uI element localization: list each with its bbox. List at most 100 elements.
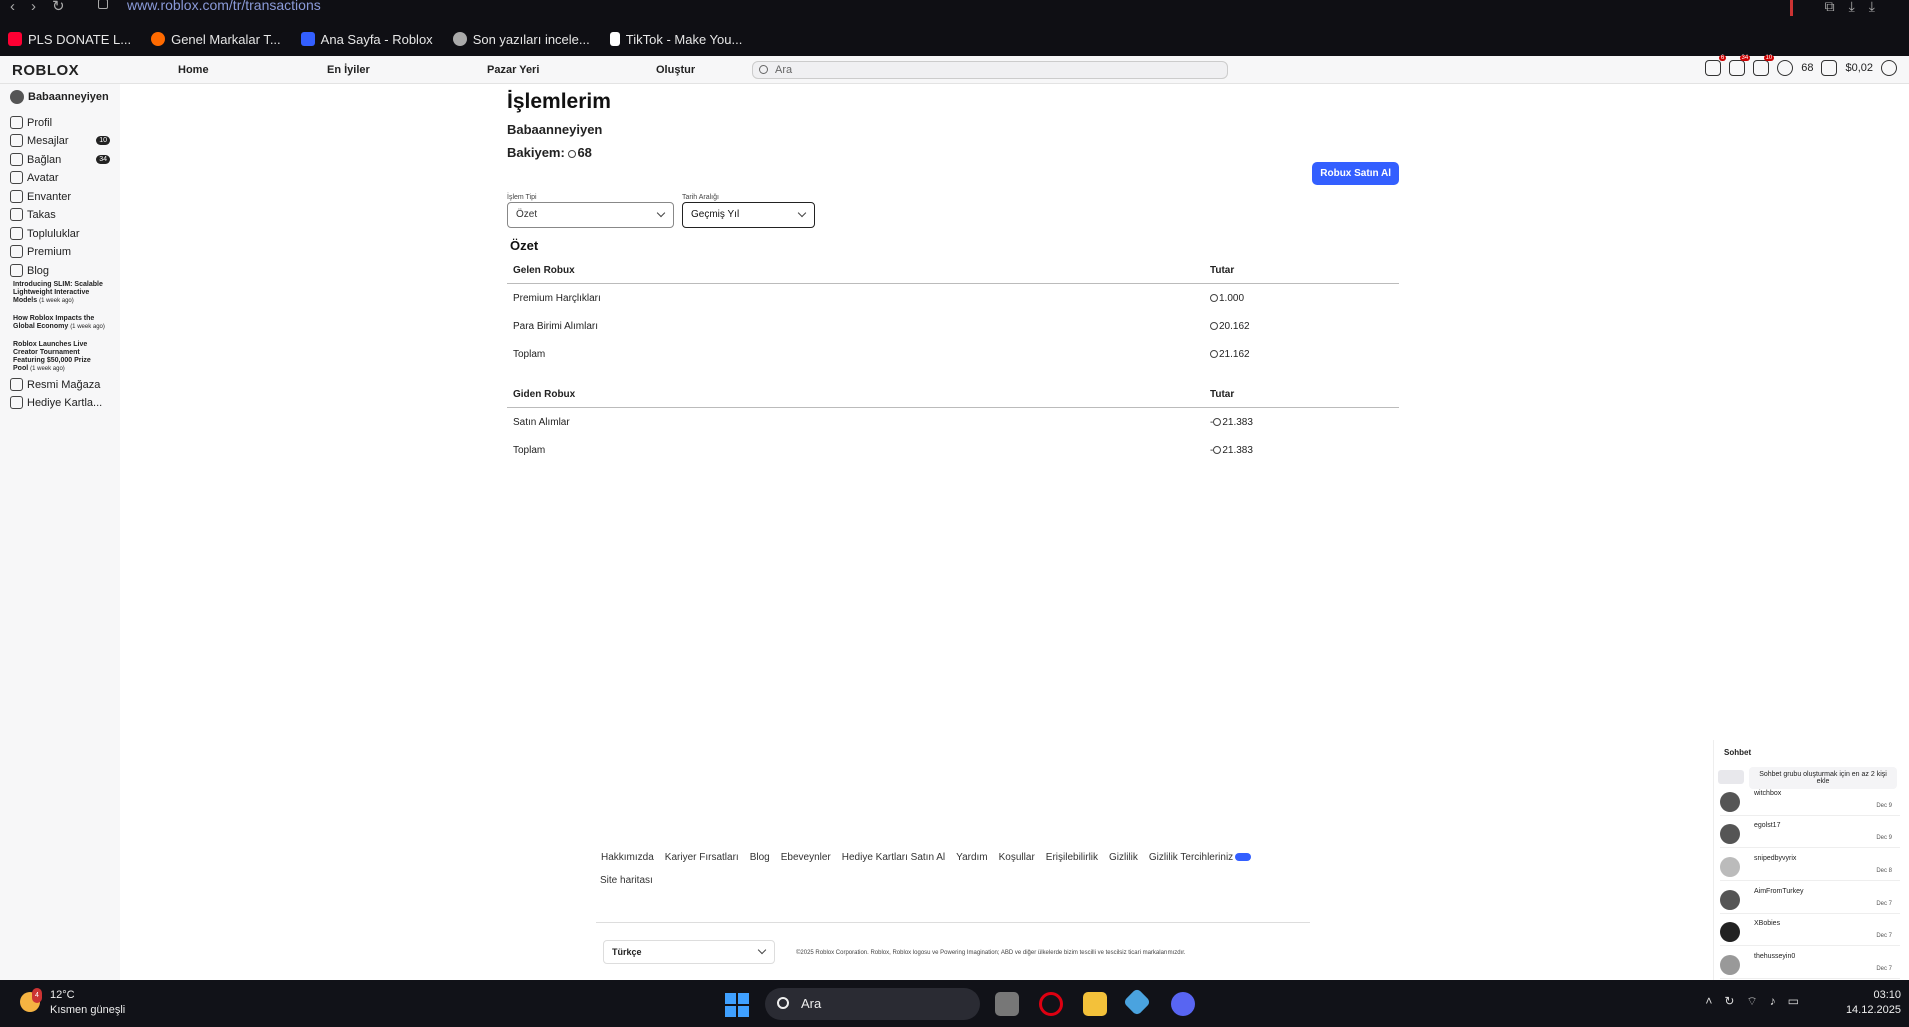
footer-link-privacy-choices[interactable]: Gizlilik Tercihleriniz xyxy=(1149,852,1252,863)
trade-icon xyxy=(10,208,23,221)
table-row: Satın Alımlar -21.383 xyxy=(513,416,1253,428)
lock-icon xyxy=(98,0,108,9)
discord-icon[interactable] xyxy=(1171,992,1195,1016)
chat-search-input[interactable] xyxy=(1718,770,1744,784)
premium-icon xyxy=(10,245,23,258)
sidebar-item-messages[interactable]: Mesajlar 10 xyxy=(10,134,110,147)
sidebar-item-gift-cards[interactable]: Hediye Kartla... xyxy=(10,396,110,409)
robux-icon xyxy=(1213,417,1222,426)
bookmark-item[interactable]: Ana Sayfa - Roblox xyxy=(300,29,433,49)
wallet-icon[interactable] xyxy=(1821,60,1838,76)
opera-icon[interactable] xyxy=(1039,992,1063,1016)
friends-icon[interactable]: 34 xyxy=(1729,55,1751,76)
table-row: Premium Harçlıkları 1.000 xyxy=(513,292,1245,304)
footer-link-help[interactable]: Yardım xyxy=(956,852,988,863)
search-icon xyxy=(759,65,768,74)
chat-conversation[interactable]: thehusseyin0 Dec 7 xyxy=(1720,949,1900,979)
privacy-toggle-icon xyxy=(1235,853,1252,861)
robux-icon xyxy=(1210,321,1218,330)
chat-title: Sohbet xyxy=(1724,748,1752,757)
address-bar[interactable]: ‹›↻ www.roblox.com/tr/transactions ⧉⤓⤓ xyxy=(0,0,1909,16)
roblox-icon xyxy=(300,32,315,46)
gear-icon[interactable] xyxy=(1881,60,1897,76)
avatar xyxy=(1720,792,1740,812)
taskbar-search[interactable]: Ara xyxy=(765,988,980,1020)
chevron-down-icon xyxy=(656,208,666,218)
robux-icon xyxy=(1213,445,1222,454)
footer-link-accessibility[interactable]: Erişilebilirlik xyxy=(1046,852,1098,863)
url-text[interactable]: www.roblox.com/tr/transactions xyxy=(127,0,321,13)
account-username: Babaanneyiyen xyxy=(507,122,603,137)
chat-conversation[interactable]: snipedbyvyrix Dec 8 xyxy=(1720,851,1900,881)
table-header: Gelen Robux Tutar xyxy=(507,258,1399,284)
brand-icon xyxy=(151,32,166,46)
blog-post-link[interactable]: Introducing SLIM: Scalable Lightweight I… xyxy=(13,281,105,305)
search-input[interactable]: Ara xyxy=(752,61,1228,79)
footer-link-careers[interactable]: Kariyer Fırsatları xyxy=(665,852,739,863)
app-icon[interactable] xyxy=(1122,987,1152,1017)
sidebar-item-avatar[interactable]: Avatar xyxy=(10,171,110,184)
nav-charts[interactable]: En İyiler xyxy=(327,64,370,76)
system-tray[interactable]: ˄↻⌔♪▭ xyxy=(1705,994,1811,1009)
date-range-filter: Tarih Aralığı Geçmiş Yıl xyxy=(682,194,815,228)
robux-icon[interactable] xyxy=(1777,60,1794,76)
roblox-logo[interactable]: ROBLOX xyxy=(12,62,79,79)
nav-create[interactable]: Oluştur xyxy=(656,64,695,76)
footer-link-parents[interactable]: Ebeveynler xyxy=(781,852,831,863)
bell-icon[interactable]: 6 xyxy=(1705,55,1727,76)
footer-link-about[interactable]: Hakkımızda xyxy=(601,852,654,863)
credit-balance[interactable]: $0,02 xyxy=(1845,62,1873,74)
footer-link-gift-cards[interactable]: Hediye Kartları Satın Al xyxy=(842,852,945,863)
bookmark-item[interactable]: Son yazıları incele... xyxy=(452,29,590,49)
chat-conversation[interactable]: AimFromTurkey Dec 7 xyxy=(1720,884,1900,914)
chat-conversation[interactable]: egolst17 Dec 9 xyxy=(1720,818,1900,848)
chat-panel: Sohbet Sohbet grubu oluşturmak için en a… xyxy=(1713,740,1903,980)
browser-controls[interactable]: ⧉⤓⤓ xyxy=(1825,0,1889,15)
blog-icon xyxy=(10,264,23,277)
task-view-icon[interactable] xyxy=(995,992,1019,1016)
sidebar-item-blog[interactable]: Blog xyxy=(10,264,110,277)
sidebar-item-premium[interactable]: Premium xyxy=(10,245,110,258)
site-header: ROBLOX Home En İyiler Pazar Yeri Oluştur… xyxy=(0,55,1909,84)
footer-link-terms[interactable]: Koşullar xyxy=(999,852,1035,863)
inventory-icon xyxy=(10,190,23,203)
weather-widget[interactable]: 4 12°C Kısmen güneşli xyxy=(20,988,125,1018)
footer-link-privacy[interactable]: Gizlilik xyxy=(1109,852,1138,863)
chat-conversation[interactable]: witchbox Dec 9 xyxy=(1720,786,1900,816)
message-icon[interactable]: 10 xyxy=(1753,55,1775,76)
nav-buttons[interactable]: ‹›↻ xyxy=(10,0,81,15)
robux-icon xyxy=(1210,293,1218,302)
sidebar-item-groups[interactable]: Topluluklar xyxy=(10,227,110,240)
footer-link-blog[interactable]: Blog xyxy=(750,852,770,863)
footer-link-sitemap[interactable]: Site haritası xyxy=(600,875,653,886)
clock[interactable]: 03:10 14.12.2025 xyxy=(1846,988,1901,1018)
outgoing-table: Giden Robux Tutar Satın Alımlar -21.383 To… xyxy=(507,382,1399,464)
robux-count[interactable]: 68 xyxy=(1801,62,1813,74)
sidebar-item-official-store[interactable]: Resmi Mağaza xyxy=(10,378,110,391)
transaction-type-select[interactable]: Özet xyxy=(507,202,674,228)
language-select[interactable]: Türkçe xyxy=(603,940,775,964)
chat-conversation[interactable]: XBobies Dec 7 xyxy=(1720,916,1900,946)
bookmark-item[interactable]: Genel Markalar T... xyxy=(151,29,281,49)
sidebar-item-trade[interactable]: Takas xyxy=(10,208,110,221)
windows-start-icon[interactable] xyxy=(725,993,749,1017)
blog-post-link[interactable]: How Roblox Impacts the Global Economy (1… xyxy=(13,315,105,331)
sidebar-item-connect[interactable]: Bağlan 34 xyxy=(10,153,110,166)
sidebar-item-profile[interactable]: Profil xyxy=(10,116,110,129)
nav-marketplace[interactable]: Pazar Yeri xyxy=(487,64,539,76)
buy-robux-button[interactable]: Robux Satın Al xyxy=(1312,162,1399,185)
table-header: Giden Robux Tutar xyxy=(507,382,1399,408)
friends-icon xyxy=(10,153,23,166)
bookmark-item[interactable]: TikTok - Make You... xyxy=(609,29,742,49)
avatar xyxy=(1720,824,1740,844)
nav-home[interactable]: Home xyxy=(178,64,209,76)
blog-post-link[interactable]: Roblox Launches Live Creator Tournament … xyxy=(13,341,105,373)
date-range-select[interactable]: Geçmiş Yıl xyxy=(682,202,815,228)
sidebar-user[interactable]: Babaanneyiyen xyxy=(10,90,109,104)
sidebar-item-inventory[interactable]: Envanter xyxy=(10,190,110,203)
bookmark-item[interactable]: PLS DONATE L... xyxy=(8,29,131,49)
file-explorer-icon[interactable] xyxy=(1083,992,1107,1016)
groups-icon xyxy=(10,227,23,240)
header-icons: 6 34 10 68 $0,02 xyxy=(1705,55,1897,76)
footer-links: Hakkımızda Kariyer Fırsatları Blog Ebeve… xyxy=(601,852,1252,863)
